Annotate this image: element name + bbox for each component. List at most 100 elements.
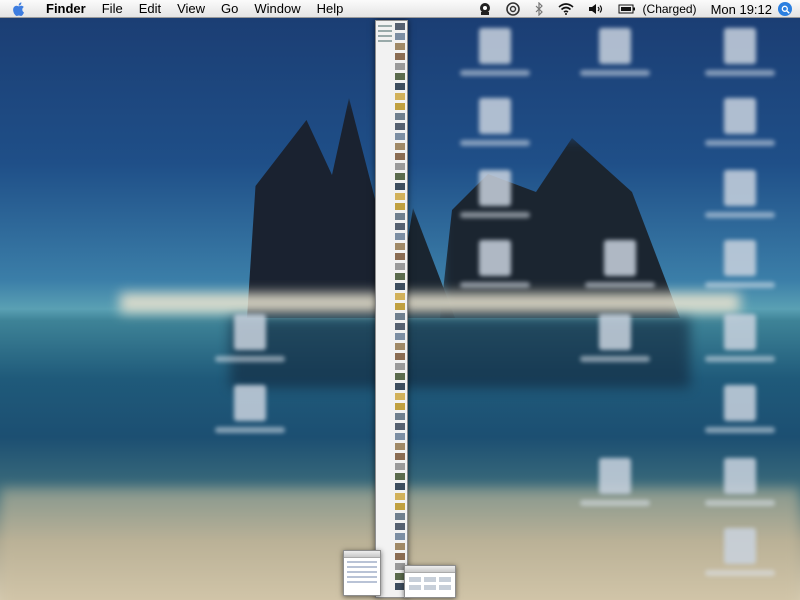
thumbnail-item[interactable]: [395, 223, 405, 230]
menu-bar: Finder File Edit View Go Window Help (Ch…: [0, 0, 800, 18]
thumbnail-item[interactable]: [395, 303, 405, 310]
thumbnail-item[interactable]: [395, 503, 405, 510]
thumbnail-item[interactable]: [395, 453, 405, 460]
thumbnail-item[interactable]: [395, 263, 405, 270]
thumbnail-item[interactable]: [395, 173, 405, 180]
desktop-icon[interactable]: [455, 170, 535, 218]
thumbnail-item[interactable]: [395, 113, 405, 120]
spotlight-icon[interactable]: [778, 2, 792, 16]
thumbnail-item[interactable]: [395, 333, 405, 340]
small-window[interactable]: [404, 565, 456, 598]
desktop-icon[interactable]: [575, 458, 655, 506]
thumbnail-item[interactable]: [395, 413, 405, 420]
small-window[interactable]: [343, 550, 381, 596]
thumbnail-item[interactable]: [395, 23, 405, 30]
thumbnail-item[interactable]: [395, 93, 405, 100]
desktop-icon[interactable]: [700, 170, 780, 218]
thumbnail-column: [395, 23, 405, 593]
narrow-finder-window[interactable]: [375, 20, 408, 598]
bluetooth-icon[interactable]: [534, 2, 544, 16]
thumbnail-item[interactable]: [395, 213, 405, 220]
wifi-icon[interactable]: [558, 3, 574, 15]
menu-view[interactable]: View: [169, 0, 213, 18]
desktop-icon[interactable]: [455, 28, 535, 76]
desktop-icon[interactable]: [700, 528, 780, 576]
desktop-icon[interactable]: [210, 385, 290, 433]
thumbnail-item[interactable]: [395, 543, 405, 550]
thumbnail-item[interactable]: [395, 393, 405, 400]
thumbnail-item[interactable]: [395, 283, 405, 290]
menu-help[interactable]: Help: [309, 0, 352, 18]
thumbnail-item[interactable]: [395, 433, 405, 440]
thumbnail-item[interactable]: [395, 253, 405, 260]
thumbnail-item[interactable]: [395, 513, 405, 520]
thumbnail-item[interactable]: [395, 553, 405, 560]
apple-icon[interactable]: [10, 1, 28, 17]
thumbnail-item[interactable]: [395, 73, 405, 80]
status-menus: (Charged) Mon 19:12: [471, 0, 800, 18]
thumbnail-item[interactable]: [395, 293, 405, 300]
thumbnail-item[interactable]: [395, 33, 405, 40]
thumbnail-item[interactable]: [395, 143, 405, 150]
thumbnail-item[interactable]: [395, 53, 405, 60]
menu-window[interactable]: Window: [246, 0, 308, 18]
window-titlebar[interactable]: [405, 566, 455, 573]
menu-file[interactable]: File: [94, 0, 131, 18]
thumbnail-item[interactable]: [395, 493, 405, 500]
thumbnail-item[interactable]: [395, 423, 405, 430]
desktop-icon[interactable]: [700, 98, 780, 146]
thumbnail-item[interactable]: [395, 153, 405, 160]
thumbnail-item[interactable]: [395, 63, 405, 70]
desktop-icon[interactable]: [700, 385, 780, 433]
desktop-icon[interactable]: [580, 240, 660, 288]
window-titlebar[interactable]: [344, 551, 380, 558]
thumbnail-item[interactable]: [395, 463, 405, 470]
desktop-icon[interactable]: [700, 28, 780, 76]
thumbnail-item[interactable]: [395, 123, 405, 130]
desktop-icon[interactable]: [700, 458, 780, 506]
thumbnail-item[interactable]: [395, 483, 405, 490]
desktop-icon[interactable]: [210, 314, 290, 362]
desktop-icon[interactable]: [455, 98, 535, 146]
thumbnail-item[interactable]: [395, 533, 405, 540]
thumbnail-item[interactable]: [395, 353, 405, 360]
sync-icon[interactable]: [505, 2, 520, 16]
thumbnail-item[interactable]: [395, 403, 405, 410]
desktop-icon[interactable]: [700, 240, 780, 288]
window-sidebar: [378, 25, 392, 45]
thumbnail-item[interactable]: [395, 133, 405, 140]
thumbnail-item[interactable]: [395, 43, 405, 50]
thumbnail-item[interactable]: [395, 473, 405, 480]
menu-finder[interactable]: Finder: [38, 0, 94, 18]
thumbnail-item[interactable]: [395, 373, 405, 380]
thumbnail-item[interactable]: [395, 383, 405, 390]
wallpaper-shoreline: [120, 293, 740, 313]
menu-edit[interactable]: Edit: [131, 0, 169, 18]
desktop-icon[interactable]: [575, 314, 655, 362]
thumbnail-item[interactable]: [395, 363, 405, 370]
thumbnail-item[interactable]: [395, 323, 405, 330]
desktop-icon[interactable]: [700, 314, 780, 362]
thumbnail-item[interactable]: [395, 83, 405, 90]
battery-icon[interactable]: [618, 4, 636, 14]
menu-go[interactable]: Go: [213, 0, 246, 18]
thumbnail-item[interactable]: [395, 443, 405, 450]
script-icon[interactable]: [478, 2, 492, 16]
thumbnail-item[interactable]: [395, 523, 405, 530]
thumbnail-item[interactable]: [395, 183, 405, 190]
menu-clock[interactable]: Mon 19:12: [711, 2, 772, 17]
wallpaper-rock: [440, 138, 680, 318]
thumbnail-item[interactable]: [395, 203, 405, 210]
thumbnail-item[interactable]: [395, 313, 405, 320]
thumbnail-item[interactable]: [395, 193, 405, 200]
battery-status-text[interactable]: (Charged): [643, 2, 697, 16]
thumbnail-item[interactable]: [395, 163, 405, 170]
volume-icon[interactable]: [588, 3, 604, 15]
thumbnail-item[interactable]: [395, 343, 405, 350]
thumbnail-item[interactable]: [395, 103, 405, 110]
desktop-icon[interactable]: [575, 28, 655, 76]
thumbnail-item[interactable]: [395, 273, 405, 280]
desktop-icon[interactable]: [455, 240, 535, 288]
thumbnail-item[interactable]: [395, 233, 405, 240]
thumbnail-item[interactable]: [395, 243, 405, 250]
